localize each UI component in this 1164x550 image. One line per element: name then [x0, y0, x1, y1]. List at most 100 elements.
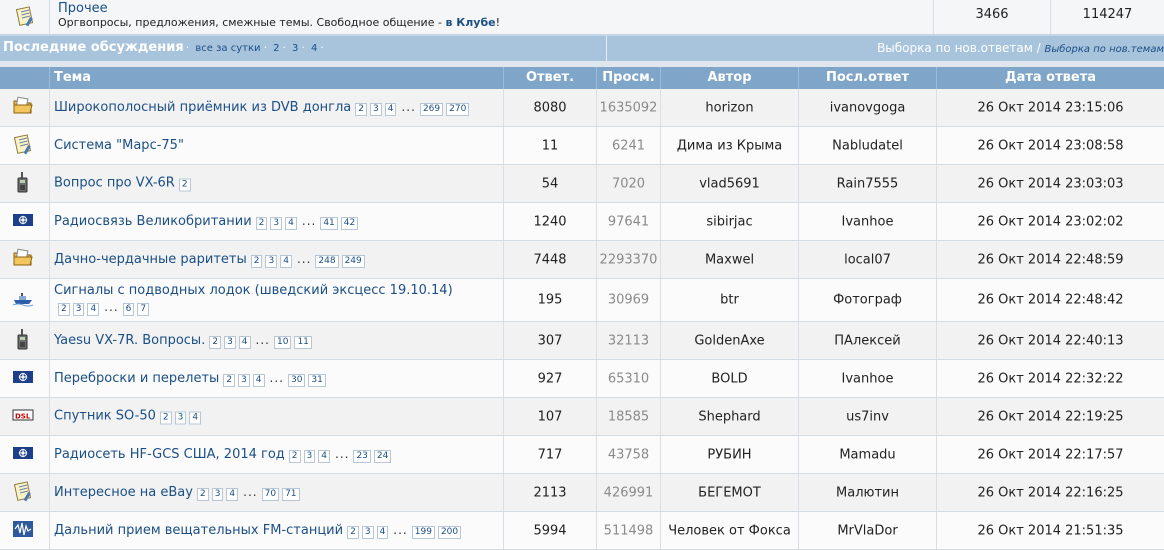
- topic-last-reply-author[interactable]: Mamadu: [799, 447, 936, 462]
- all-day-link[interactable]: все за сутки: [195, 43, 260, 54]
- topic-page-link[interactable]: 2: [197, 488, 209, 501]
- topic-page-link[interactable]: 199: [412, 526, 435, 539]
- topic-title-link[interactable]: Сигналы с подводных лодок (шведский эксц…: [54, 283, 453, 298]
- topic-page-link[interactable]: 3: [175, 411, 187, 424]
- topic-title-link[interactable]: Вопрос про VX-6R: [54, 175, 175, 190]
- topic-last-reply-author[interactable]: local07: [799, 252, 936, 267]
- topic-last-reply-author[interactable]: MrVlaDor: [799, 523, 936, 538]
- topic-author[interactable]: vlad5691: [661, 176, 798, 191]
- section-page-link[interactable]: 3: [292, 43, 298, 54]
- topic-page-link[interactable]: 4: [318, 450, 330, 463]
- topic-page-link[interactable]: 7: [137, 303, 149, 316]
- topic-last-reply-author[interactable]: ivanovgoga: [799, 100, 936, 115]
- forum-name-link[interactable]: Прочее: [58, 1, 108, 16]
- topic-page-link[interactable]: 4: [226, 488, 238, 501]
- topic-page-link[interactable]: 24: [374, 450, 391, 463]
- topic-page-link[interactable]: 4: [285, 217, 297, 230]
- topic-page-link[interactable]: 2: [355, 103, 367, 116]
- topic-last-reply-author[interactable]: Ivanhoe: [799, 371, 936, 386]
- topic-last-reply-author[interactable]: us7inv: [799, 409, 936, 424]
- topic-title-link[interactable]: Радиосеть HF-GCS США, 2014 год: [54, 447, 285, 462]
- column-header-author[interactable]: Автор: [661, 67, 799, 89]
- topic-title-link[interactable]: Переброски и перелеты: [54, 371, 219, 386]
- topic-page-link[interactable]: 3: [212, 488, 224, 501]
- topic-page-link[interactable]: 249: [342, 255, 365, 268]
- topic-page-link[interactable]: 2: [251, 255, 263, 268]
- topic-page-link[interactable]: 2: [256, 217, 268, 230]
- topic-title-link[interactable]: Дальний прием вещательных FM-станций: [54, 523, 343, 538]
- topic-page-link[interactable]: 11: [294, 336, 311, 349]
- topic-title-link[interactable]: Радиосвязь Великобритании: [54, 214, 252, 229]
- topic-page-link[interactable]: 3: [370, 103, 382, 116]
- topic-page-link[interactable]: 2: [223, 374, 235, 387]
- column-header-views[interactable]: Просм.: [597, 67, 661, 89]
- topic-page-link[interactable]: 3: [238, 374, 250, 387]
- topic-page-link[interactable]: 4: [189, 411, 201, 424]
- topic-last-reply-author[interactable]: Rain7555: [799, 176, 936, 191]
- topic-author[interactable]: РУБИН: [661, 447, 798, 462]
- topic-page-link[interactable]: 10: [274, 336, 291, 349]
- topic-page-link[interactable]: 4: [239, 336, 251, 349]
- topic-author[interactable]: Shephard: [661, 409, 798, 424]
- topic-page-link[interactable]: 4: [377, 526, 389, 539]
- column-header-topic[interactable]: Тема: [50, 67, 504, 89]
- topic-page-link[interactable]: 31: [308, 374, 325, 387]
- topic-page-link[interactable]: 270: [446, 103, 469, 116]
- topic-page-link[interactable]: 41: [320, 217, 337, 230]
- topic-title-link[interactable]: Система "Марс-75": [54, 138, 184, 153]
- pager-ellipsis: ...: [270, 371, 284, 385]
- topic-page-link[interactable]: 200: [438, 526, 461, 539]
- topic-author[interactable]: БЕГЕМОТ: [661, 485, 798, 500]
- topic-last-reply-author[interactable]: Ivanhoe: [799, 214, 936, 229]
- column-header-replies[interactable]: Ответ.: [504, 67, 597, 89]
- topic-author[interactable]: btr: [661, 293, 798, 308]
- topic-page-link[interactable]: 4: [87, 303, 99, 316]
- topic-page-link[interactable]: 3: [362, 526, 374, 539]
- section-page-link[interactable]: 4: [311, 43, 317, 54]
- topic-title-link[interactable]: Дачно-чердачные раритеты: [54, 252, 247, 267]
- topic-page-link[interactable]: 2: [179, 178, 191, 191]
- topic-title-link[interactable]: Спутник SO-50: [54, 408, 156, 423]
- column-header-date[interactable]: Дата ответа: [937, 67, 1164, 89]
- topic-page-link[interactable]: 2: [289, 450, 301, 463]
- club-link[interactable]: в Клубе: [445, 16, 495, 29]
- topic-page-link[interactable]: 4: [253, 374, 265, 387]
- section-page-link[interactable]: 2: [273, 43, 279, 54]
- filter-new-replies[interactable]: Выборка по нов.ответам: [877, 41, 1033, 55]
- topic-page-link[interactable]: 3: [304, 450, 316, 463]
- topic-page-link[interactable]: 6: [123, 303, 135, 316]
- topic-page-link[interactable]: 70: [262, 488, 279, 501]
- topic-page-link[interactable]: 2: [347, 526, 359, 539]
- topic-author[interactable]: BOLD: [661, 371, 798, 386]
- topic-author[interactable]: GoldenAxe: [661, 333, 798, 348]
- topic-title-link[interactable]: Интересное на eBay: [54, 485, 193, 500]
- topic-author[interactable]: Человек от Фокса: [661, 523, 798, 538]
- topic-page-link[interactable]: 42: [341, 217, 358, 230]
- topic-page-link[interactable]: 2: [209, 336, 221, 349]
- topic-title-link[interactable]: Yaesu VX-7R. Вопросы.: [54, 333, 205, 348]
- topic-last-reply-author[interactable]: Nabludatel: [799, 138, 936, 153]
- topic-last-reply-author[interactable]: Малютин: [799, 485, 936, 500]
- filter-new-topics[interactable]: Выборка по нов.темам: [1045, 44, 1164, 55]
- topic-page-link[interactable]: 269: [420, 103, 443, 116]
- topic-author[interactable]: horizon: [661, 100, 798, 115]
- topic-title-link[interactable]: Широкополосный приёмник из DVB донгла: [54, 100, 351, 115]
- topic-page-link[interactable]: 3: [224, 336, 236, 349]
- topic-page-link[interactable]: 248: [315, 255, 338, 268]
- topic-last-reply-author[interactable]: ПАлексей: [799, 333, 936, 348]
- topic-author[interactable]: sibirjac: [661, 214, 798, 229]
- topic-page-link[interactable]: 71: [282, 488, 299, 501]
- topic-page-link[interactable]: 2: [58, 303, 70, 316]
- topic-page-link[interactable]: 2: [160, 411, 172, 424]
- topic-page-link[interactable]: 23: [353, 450, 370, 463]
- column-header-last-reply[interactable]: Посл.ответ: [799, 67, 937, 89]
- topic-last-reply-author[interactable]: Фотограф: [799, 293, 936, 308]
- topic-page-link[interactable]: 3: [270, 217, 282, 230]
- topic-page-link[interactable]: 4: [385, 103, 397, 116]
- topic-page-link[interactable]: 4: [280, 255, 292, 268]
- topic-page-link[interactable]: 3: [73, 303, 85, 316]
- topic-author[interactable]: Maxwel: [661, 252, 798, 267]
- topic-page-link[interactable]: 30: [288, 374, 305, 387]
- topic-author[interactable]: Дима из Крыма: [661, 138, 798, 153]
- topic-page-link[interactable]: 3: [265, 255, 277, 268]
